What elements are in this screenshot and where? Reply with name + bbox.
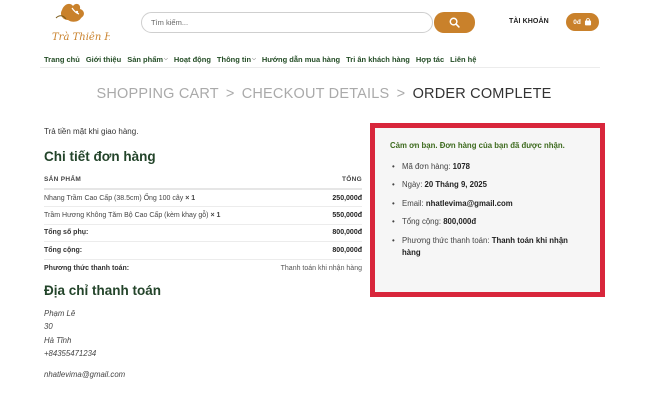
- step-separator: >: [225, 86, 235, 102]
- order-total-item: Tổng cộng: 800,000đ: [390, 216, 586, 228]
- order-method-label: Phương thức thanh toán:: [402, 235, 490, 245]
- step-order-complete: ORDER COMPLETE: [412, 86, 552, 102]
- nav-item-contact[interactable]: Liên hệ: [450, 53, 476, 65]
- product-total: 250,000đ: [261, 189, 362, 207]
- payment-note: Trả tiền mặt khi giao hàng.: [44, 127, 139, 136]
- search-input[interactable]: [142, 13, 402, 32]
- order-total-label: Tổng cộng:: [402, 217, 442, 226]
- subtotal-row: Tổng số phụ: 800,000đ: [44, 224, 362, 242]
- billing-address: Phạm Lê 30 Hà Tĩnh +84355471234: [44, 307, 96, 361]
- product-total: 550,000đ: [261, 206, 362, 225]
- checkout-steps: SHOPPING CART > CHECKOUT DETAILS > ORDER…: [0, 86, 648, 102]
- table-row: Nhang Trầm Cao Cấp (38.5cm) Ống 100 cây …: [44, 189, 362, 207]
- nav-item-info[interactable]: Thông tin ⌵: [217, 53, 256, 65]
- nav-divider: [40, 67, 600, 68]
- site-logo[interactable]: Trà Thiên Hương: [46, 0, 138, 44]
- cart-bag-icon: [584, 18, 591, 26]
- subtotal-value: 800,000đ: [261, 224, 362, 242]
- payment-method-row: Phương thức thanh toán: Thanh toán khi n…: [44, 259, 362, 277]
- col-total-header: TỔNG: [261, 175, 362, 190]
- billing-name: Phạm Lê: [44, 309, 76, 318]
- cart-amount: 0đ: [573, 18, 581, 26]
- col-product-header: SẢN PHẨM: [44, 175, 262, 190]
- order-date-label: Ngày:: [402, 180, 423, 189]
- nav-item-products[interactable]: Sản phẩm ⌵: [127, 53, 168, 65]
- billing-address-heading: Địa chỉ thanh toán: [44, 283, 162, 298]
- nav-item-guide[interactable]: Hướng dẫn mua hàng: [262, 53, 340, 65]
- billing-address-line: 30: [44, 322, 53, 332]
- order-received-box: Cảm ơn bạn. Đơn hàng của bạn đã được nhậ…: [370, 123, 605, 297]
- billing-phone: +84355471234: [44, 349, 97, 359]
- order-method-item: Phương thức thanh toán: Thanh toán khi n…: [390, 235, 586, 259]
- product-qty: × 1: [210, 211, 221, 219]
- chevron-down-icon: ⌵: [164, 56, 168, 62]
- nav-item-about[interactable]: Giới thiệu: [86, 53, 121, 65]
- order-number-label: Mã đơn hàng:: [402, 161, 451, 171]
- step-checkout-details[interactable]: CHECKOUT DETAILS: [242, 86, 390, 102]
- payment-method-value: Thanh toán khi nhận hàng: [280, 264, 362, 272]
- main-nav: Trang chủ Giới thiệu Sản phẩm ⌵ Hoạt động…: [44, 53, 482, 65]
- total-value: 800,000đ: [261, 241, 362, 260]
- chevron-down-icon: ⌵: [252, 56, 256, 62]
- search-icon: [449, 17, 460, 28]
- step-separator: >: [396, 86, 406, 102]
- product-link[interactable]: Nhang Trầm Cao Cấp (38.5cm) Ống 100 cây: [44, 195, 183, 202]
- search-button[interactable]: [434, 12, 475, 33]
- site-header: Trà Thiên Hương TÀI KHOẢN 0đ: [0, 0, 648, 46]
- total-row: Tổng cộng: 800,000đ: [44, 241, 362, 260]
- step-shopping-cart[interactable]: SHOPPING CART: [96, 86, 218, 102]
- cart-button[interactable]: 0đ: [566, 13, 599, 31]
- billing-city: Hà Tĩnh: [44, 335, 72, 345]
- nav-item-appreciation[interactable]: Tri ân khách hàng: [346, 53, 410, 65]
- order-number-value: 1078: [452, 161, 470, 171]
- table-header-row: SẢN PHẨM TỔNG: [44, 175, 362, 190]
- order-date-item: Ngày: 20 Tháng 9, 2025: [390, 179, 586, 191]
- product-cell: Nhang Trầm Cao Cấp (38.5cm) Ống 100 cây …: [44, 189, 262, 207]
- order-number-item: Mã đơn hàng: 1078: [390, 161, 586, 173]
- total-label: Tổng cộng:: [44, 241, 262, 260]
- product-qty: × 1: [185, 194, 196, 202]
- logo-icon: Trà Thiên Hương: [52, 3, 138, 43]
- table-row: Trầm Hương Không Tăm Bộ Cao Cấp (kèm kha…: [44, 206, 362, 225]
- product-cell: Trầm Hương Không Tăm Bộ Cao Cấp (kèm kha…: [44, 206, 262, 225]
- order-details-heading: Chi tiết đơn hàng: [44, 149, 156, 164]
- payment-method-label: Phương thức thanh toán:: [44, 264, 130, 272]
- search-box: [141, 12, 433, 33]
- order-date-value: 20 Tháng 9, 2025: [424, 180, 487, 189]
- billing-email: nhatlevima@gmail.com: [44, 370, 126, 379]
- order-email-value: nhatlevima@gmail.com: [425, 198, 513, 208]
- order-total-value: 800,000đ: [443, 217, 477, 226]
- account-link[interactable]: TÀI KHOẢN: [509, 18, 549, 25]
- order-email-label: Email:: [402, 198, 424, 208]
- order-overview-list: Mã đơn hàng: 1078 Ngày: 20 Tháng 9, 2025…: [390, 161, 586, 259]
- subtotal-label: Tổng số phụ:: [44, 224, 262, 242]
- nav-item-activities[interactable]: Hoạt động: [174, 53, 211, 65]
- logo-text: Trà Thiên Hương: [52, 32, 110, 43]
- order-email-item: Email: nhatlevima@gmail.com: [390, 198, 586, 210]
- order-details-table: SẢN PHẨM TỔNG Nhang Trầm Cao Cấp (38.5cm…: [44, 175, 362, 277]
- product-link[interactable]: Trầm Hương Không Tăm Bộ Cao Cấp (kèm kha…: [44, 212, 209, 219]
- thank-you-message: Cảm ơn bạn. Đơn hàng của bạn đã được nhậ…: [390, 141, 565, 150]
- nav-item-home[interactable]: Trang chủ: [44, 53, 80, 65]
- nav-item-partnership[interactable]: Hợp tác: [416, 53, 444, 65]
